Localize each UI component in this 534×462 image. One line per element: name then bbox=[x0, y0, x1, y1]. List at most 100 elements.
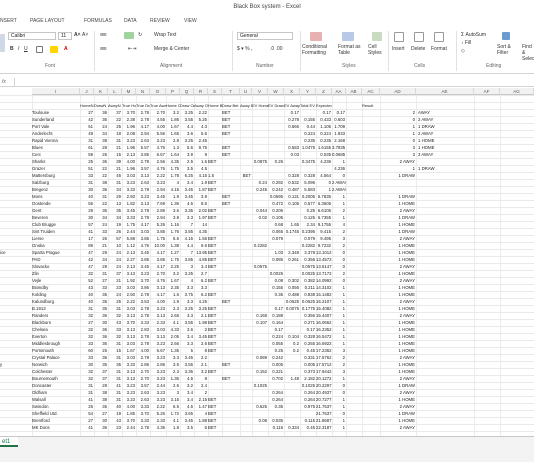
table-cell[interactable]: 31 bbox=[108, 389, 122, 396]
table-cell[interactable]: 51 bbox=[80, 123, 94, 130]
table-cell[interactable] bbox=[240, 256, 252, 263]
table-cell[interactable]: 25 bbox=[80, 403, 94, 410]
table-cell[interactable]: 2.63 bbox=[136, 389, 150, 396]
table-cell[interactable] bbox=[252, 340, 268, 347]
table-cell[interactable]: 1 HOME bbox=[380, 270, 416, 277]
table-cell[interactable] bbox=[240, 375, 252, 382]
table-cell[interactable] bbox=[240, 109, 252, 116]
table-cell[interactable]: 37 bbox=[108, 270, 122, 277]
table-cell[interactable] bbox=[240, 116, 252, 123]
table-cell[interactable] bbox=[240, 151, 252, 158]
table-cell[interactable]: 3.03 bbox=[122, 354, 136, 361]
table-cell[interactable]: BET bbox=[222, 144, 240, 151]
table-cell[interactable]: BET bbox=[208, 333, 222, 340]
table-cell[interactable]: 3.378 bbox=[300, 249, 316, 256]
table-cell[interactable]: Blackburn bbox=[32, 319, 80, 326]
table-cell[interactable]: 0.168 bbox=[252, 312, 268, 319]
table-cell[interactable]: 0.0625 bbox=[284, 298, 300, 305]
table-cell[interactable] bbox=[222, 333, 240, 340]
table-cell[interactable]: 0.116 bbox=[268, 424, 284, 431]
table-cell[interactable]: 35 bbox=[94, 361, 108, 368]
table-cell[interactable]: 21.7537 bbox=[316, 403, 332, 410]
table-cell[interactable]: 3.4 bbox=[180, 389, 194, 396]
table-cell[interactable] bbox=[268, 151, 284, 158]
table-cell[interactable] bbox=[222, 410, 240, 417]
table-cell[interactable]: 3.85 bbox=[136, 256, 150, 263]
table-cell[interactable]: 4.15 bbox=[166, 186, 180, 193]
table-cell[interactable]: 47 bbox=[80, 249, 94, 256]
table-cell[interactable]: 1 bbox=[380, 165, 416, 172]
table-cell[interactable]: 6 bbox=[194, 424, 208, 431]
table-cell[interactable]: 29 bbox=[108, 193, 122, 200]
table-cell[interactable] bbox=[284, 137, 300, 144]
table-cell[interactable]: 0.242 bbox=[268, 186, 284, 193]
table-cell[interactable] bbox=[208, 228, 222, 235]
table-cell[interactable] bbox=[208, 270, 222, 277]
table-cell[interactable]: 6.6105 bbox=[316, 207, 332, 214]
table-cell[interactable]: 1 HOME bbox=[380, 340, 416, 347]
table-cell[interactable]: 1 bbox=[316, 186, 332, 193]
table-cell[interactable] bbox=[252, 347, 268, 354]
table-cell[interactable]: 1 bbox=[332, 158, 346, 165]
table-cell[interactable]: 0.235 bbox=[300, 137, 316, 144]
orientation-icon[interactable]: ↻ bbox=[138, 32, 142, 38]
table-cell[interactable]: 4.35 bbox=[194, 228, 208, 235]
table-cell[interactable]: 0.0625 bbox=[300, 298, 316, 305]
table-cell[interactable]: 2.78 bbox=[136, 424, 150, 431]
table-cell[interactable]: BET bbox=[208, 263, 222, 270]
table-cell[interactable]: 22 bbox=[94, 172, 108, 179]
table-cell[interactable]: 3 bbox=[380, 151, 416, 158]
format-as-table-icon[interactable] bbox=[342, 32, 354, 41]
table-cell[interactable] bbox=[316, 165, 332, 172]
table-cell[interactable]: Sparta Prague bbox=[32, 249, 80, 256]
table-cell[interactable]: BET bbox=[222, 123, 240, 130]
table-cell[interactable]: 6.3605 bbox=[316, 200, 332, 207]
table-cell[interactable]: 3.45 bbox=[136, 263, 150, 270]
table-cell[interactable]: 2.34 bbox=[300, 221, 316, 228]
table-cell[interactable] bbox=[208, 298, 222, 305]
table-cell[interactable]: BET bbox=[222, 116, 240, 123]
column-header[interactable]: U bbox=[240, 88, 252, 95]
table-cell[interactable] bbox=[222, 354, 240, 361]
table-cell[interactable] bbox=[240, 347, 252, 354]
table-cell[interactable]: 6.2 bbox=[194, 277, 208, 284]
table-cell[interactable] bbox=[208, 144, 222, 151]
table-cell[interactable]: 2 AWAY bbox=[332, 179, 346, 186]
table-cell[interactable]: 49 bbox=[80, 130, 94, 137]
table-cell[interactable]: BET bbox=[208, 305, 222, 312]
table-cell[interactable]: 2.22 bbox=[194, 109, 208, 116]
table-cell[interactable]: 2.182 bbox=[300, 375, 316, 382]
table-cell[interactable]: 3.4 bbox=[180, 333, 194, 340]
table-cell[interactable]: 0.356 bbox=[300, 312, 316, 319]
table-cell[interactable]: 1.67 bbox=[166, 277, 180, 284]
table-cell[interactable]: 8 bbox=[194, 375, 208, 382]
table-cell[interactable] bbox=[240, 165, 252, 172]
table-cell[interactable]: 0.2005 bbox=[300, 193, 316, 200]
table-cell[interactable]: 4.76 bbox=[136, 242, 150, 249]
table-cell[interactable] bbox=[222, 242, 240, 249]
italic-icon[interactable]: I bbox=[18, 46, 19, 52]
table-cell[interactable]: 20.2297 bbox=[316, 382, 332, 389]
table-cell[interactable]: 0.26 bbox=[268, 158, 284, 165]
table-cell[interactable]: 21 bbox=[108, 165, 122, 172]
table-cell[interactable]: 5.6 bbox=[166, 235, 180, 242]
table-cell[interactable]: Swindon bbox=[32, 403, 80, 410]
table-cell[interactable]: 28 bbox=[94, 382, 108, 389]
table-cell[interactable]: 0.0025 bbox=[300, 270, 316, 277]
table-cell[interactable]: 4.76 bbox=[150, 144, 166, 151]
table-cell[interactable]: 3.5 bbox=[180, 424, 194, 431]
table-cell[interactable]: Vejle bbox=[32, 277, 80, 284]
table-cell[interactable] bbox=[252, 361, 268, 368]
table-cell[interactable]: 0.005 bbox=[300, 361, 316, 368]
table-cell[interactable]: 35 bbox=[94, 298, 108, 305]
table-cell[interactable]: 33 bbox=[94, 228, 108, 235]
table-cell[interactable] bbox=[222, 382, 240, 389]
table-cell[interactable]: 0.079 bbox=[300, 235, 316, 242]
table-cell[interactable]: 0.065 bbox=[268, 228, 284, 235]
table-cell[interactable]: 0.224 bbox=[316, 130, 332, 137]
table-cell[interactable] bbox=[284, 158, 300, 165]
table-cell[interactable]: 8.5 bbox=[194, 242, 208, 249]
table-cell[interactable]: 3.3 bbox=[180, 284, 194, 291]
table-cell[interactable]: AWAY bbox=[416, 109, 474, 116]
table-cell[interactable]: 3.85 bbox=[150, 228, 166, 235]
